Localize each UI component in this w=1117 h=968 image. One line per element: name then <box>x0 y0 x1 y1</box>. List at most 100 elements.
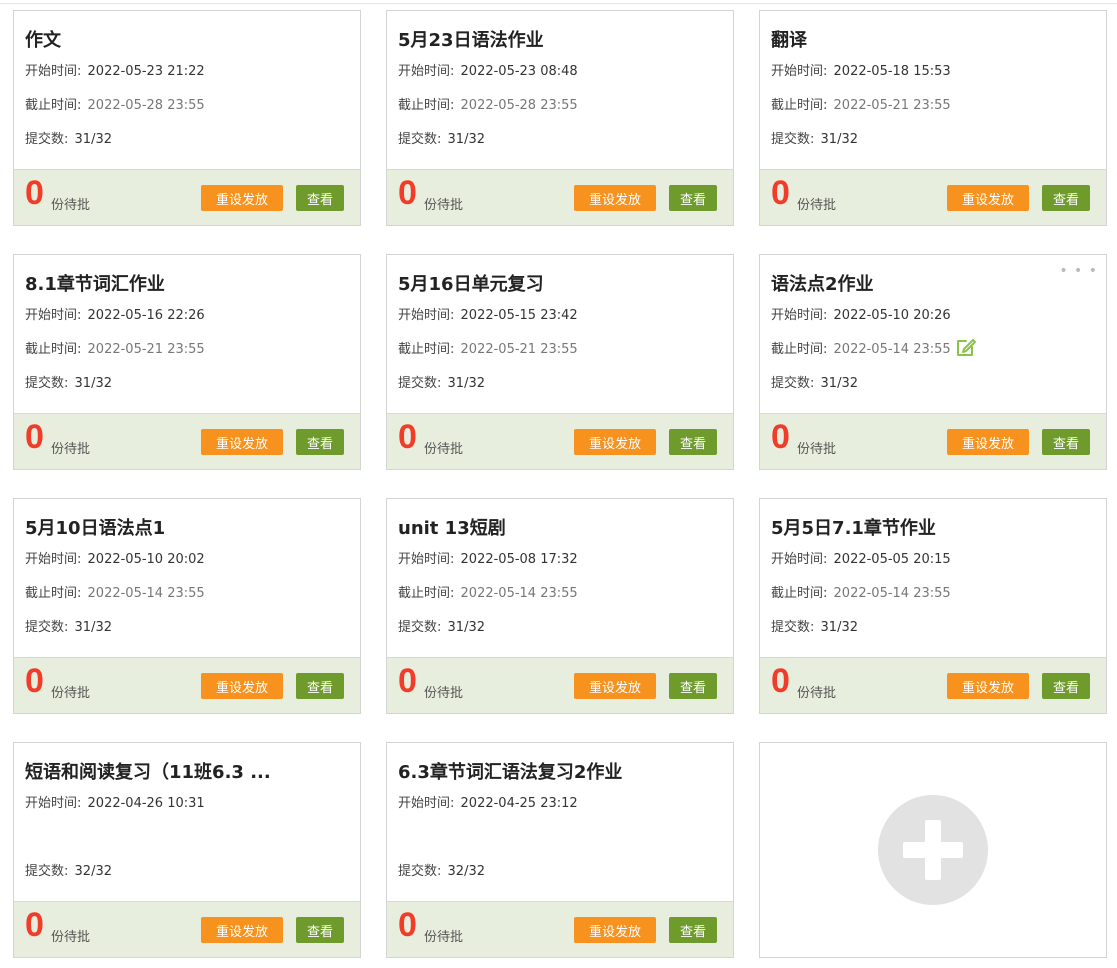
submitted-count: 提交数: 31/32 <box>398 128 485 147</box>
assignment-title: unit 13短剧 <box>398 518 506 539</box>
view-button[interactable]: 查看 <box>1042 185 1090 211</box>
deadline: 截止时间: 2022-05-14 23:55 <box>398 582 578 601</box>
start-time-label: 开始时间: <box>771 308 828 323</box>
view-button[interactable]: 查看 <box>669 673 717 699</box>
start-time: 开始时间: 2022-05-18 15:53 <box>771 60 951 79</box>
submitted-value: 31/32 <box>74 620 112 635</box>
card-footer: 0 份待批 重设发放 查看 <box>387 169 733 225</box>
assignment-card: 5月5日7.1章节作业 开始时间: 2022-05-05 20:15 截止时间:… <box>759 498 1107 714</box>
submitted-label: 提交数: <box>25 132 69 147</box>
submitted-count: 提交数: 31/32 <box>771 128 858 147</box>
submitted-count: 提交数: 31/32 <box>771 372 858 391</box>
view-button[interactable]: 查看 <box>669 917 717 943</box>
deadline-label: 截止时间: <box>398 342 455 357</box>
view-button[interactable]: 查看 <box>296 185 344 211</box>
submitted-label: 提交数: <box>398 864 442 879</box>
more-dots-icon[interactable]: • • • <box>1059 263 1098 279</box>
deadline-value: 2022-05-14 23:55 <box>833 342 951 357</box>
submitted-label: 提交数: <box>398 620 442 635</box>
start-time-value: 2022-04-25 23:12 <box>460 796 578 811</box>
submitted-label: 提交数: <box>771 620 815 635</box>
submitted-value: 31/32 <box>447 132 485 147</box>
assignment-title: 作文 <box>25 30 61 51</box>
reset-distribute-button[interactable]: 重设发放 <box>947 185 1029 211</box>
pending-count: 0 <box>25 906 44 944</box>
submitted-count: 提交数: 32/32 <box>398 860 485 879</box>
submitted-value: 31/32 <box>820 620 858 635</box>
start-time: 开始时间: 2022-05-23 21:22 <box>25 60 205 79</box>
view-button[interactable]: 查看 <box>669 429 717 455</box>
reset-distribute-button[interactable]: 重设发放 <box>574 917 656 943</box>
pending-label: 份待批 <box>797 198 837 213</box>
start-time-label: 开始时间: <box>771 552 828 567</box>
start-time-label: 开始时间: <box>25 64 82 79</box>
reset-distribute-button[interactable]: 重设发放 <box>201 185 283 211</box>
top-divider <box>0 3 1117 4</box>
start-time-label: 开始时间: <box>25 308 82 323</box>
assignment-card: 6.3章节词汇语法复习2作业 开始时间: 2022-04-25 23:12 提交… <box>386 742 734 958</box>
reset-distribute-button[interactable]: 重设发放 <box>947 673 1029 699</box>
add-plus-icon[interactable] <box>878 795 988 905</box>
submitted-value: 32/32 <box>74 864 112 879</box>
pending-count: 0 <box>25 174 44 212</box>
assignment-title: 5月23日语法作业 <box>398 30 544 51</box>
reset-distribute-button[interactable]: 重设发放 <box>201 429 283 455</box>
deadline: 截止时间: 2022-05-28 23:55 <box>25 94 205 113</box>
assignment-card: 短语和阅读复习（11班6.3 ... 开始时间: 2022-04-26 10:3… <box>13 742 361 958</box>
deadline-value: 2022-05-14 23:55 <box>460 586 578 601</box>
assignment-card: 作文 开始时间: 2022-05-23 21:22 截止时间: 2022-05-… <box>13 10 361 226</box>
assignment-title: 翻译 <box>771 30 807 51</box>
assignment-card: 5月16日单元复习 开始时间: 2022-05-15 23:42 截止时间: 2… <box>386 254 734 470</box>
reset-distribute-button[interactable]: 重设发放 <box>947 429 1029 455</box>
pending-label: 份待批 <box>424 686 464 701</box>
view-button[interactable]: 查看 <box>1042 673 1090 699</box>
start-time-value: 2022-05-05 20:15 <box>833 552 951 567</box>
start-time: 开始时间: 2022-05-10 20:26 <box>771 304 951 323</box>
pending-count: 0 <box>398 662 417 700</box>
reset-distribute-button[interactable]: 重设发放 <box>574 673 656 699</box>
start-time: 开始时间: 2022-05-10 20:02 <box>25 548 205 567</box>
deadline-label: 截止时间: <box>25 98 82 113</box>
pending-count: 0 <box>25 418 44 456</box>
reset-distribute-button[interactable]: 重设发放 <box>201 673 283 699</box>
deadline: 截止时间: 2022-05-21 23:55 <box>398 338 578 357</box>
pending-label: 份待批 <box>51 442 91 457</box>
view-button[interactable]: 查看 <box>669 185 717 211</box>
deadline-label: 截止时间: <box>25 342 82 357</box>
deadline-label: 截止时间: <box>398 98 455 113</box>
start-time: 开始时间: 2022-05-05 20:15 <box>771 548 951 567</box>
pending-label: 份待批 <box>424 442 464 457</box>
card-footer: 0 份待批 重设发放 查看 <box>387 657 733 713</box>
assignment-card: 5月23日语法作业 开始时间: 2022-05-23 08:48 截止时间: 2… <box>386 10 734 226</box>
assignment-title: 5月16日单元复习 <box>398 274 544 295</box>
edit-icon[interactable] <box>954 335 978 359</box>
reset-distribute-button[interactable]: 重设发放 <box>574 429 656 455</box>
reset-distribute-button[interactable]: 重设发放 <box>574 185 656 211</box>
submitted-label: 提交数: <box>771 132 815 147</box>
start-time-label: 开始时间: <box>398 796 455 811</box>
card-footer: 0 份待批 重设发放 查看 <box>760 169 1106 225</box>
assignment-card: 翻译 开始时间: 2022-05-18 15:53 截止时间: 2022-05-… <box>759 10 1107 226</box>
submitted-count: 提交数: 31/32 <box>771 616 858 635</box>
deadline: 截止时间: 2022-05-21 23:55 <box>771 94 951 113</box>
add-assignment-card[interactable] <box>759 742 1107 958</box>
card-footer: 0 份待批 重设发放 查看 <box>387 901 733 957</box>
card-footer: 0 份待批 重设发放 查看 <box>14 901 360 957</box>
start-time-value: 2022-05-23 21:22 <box>87 64 205 79</box>
start-time: 开始时间: 2022-04-25 23:12 <box>398 792 578 811</box>
reset-distribute-button[interactable]: 重设发放 <box>201 917 283 943</box>
submitted-value: 31/32 <box>74 132 112 147</box>
assignment-title: 5月5日7.1章节作业 <box>771 518 936 539</box>
deadline-value: 2022-05-28 23:55 <box>460 98 578 113</box>
start-time-label: 开始时间: <box>25 552 82 567</box>
start-time-label: 开始时间: <box>398 552 455 567</box>
view-button[interactable]: 查看 <box>296 429 344 455</box>
start-time: 开始时间: 2022-05-16 22:26 <box>25 304 205 323</box>
view-button[interactable]: 查看 <box>1042 429 1090 455</box>
deadline: 截止时间: 2022-05-21 23:55 <box>25 338 205 357</box>
deadline-label: 截止时间: <box>771 586 828 601</box>
view-button[interactable]: 查看 <box>296 673 344 699</box>
view-button[interactable]: 查看 <box>296 917 344 943</box>
submitted-label: 提交数: <box>398 376 442 391</box>
deadline: 截止时间: 2022-05-28 23:55 <box>398 94 578 113</box>
